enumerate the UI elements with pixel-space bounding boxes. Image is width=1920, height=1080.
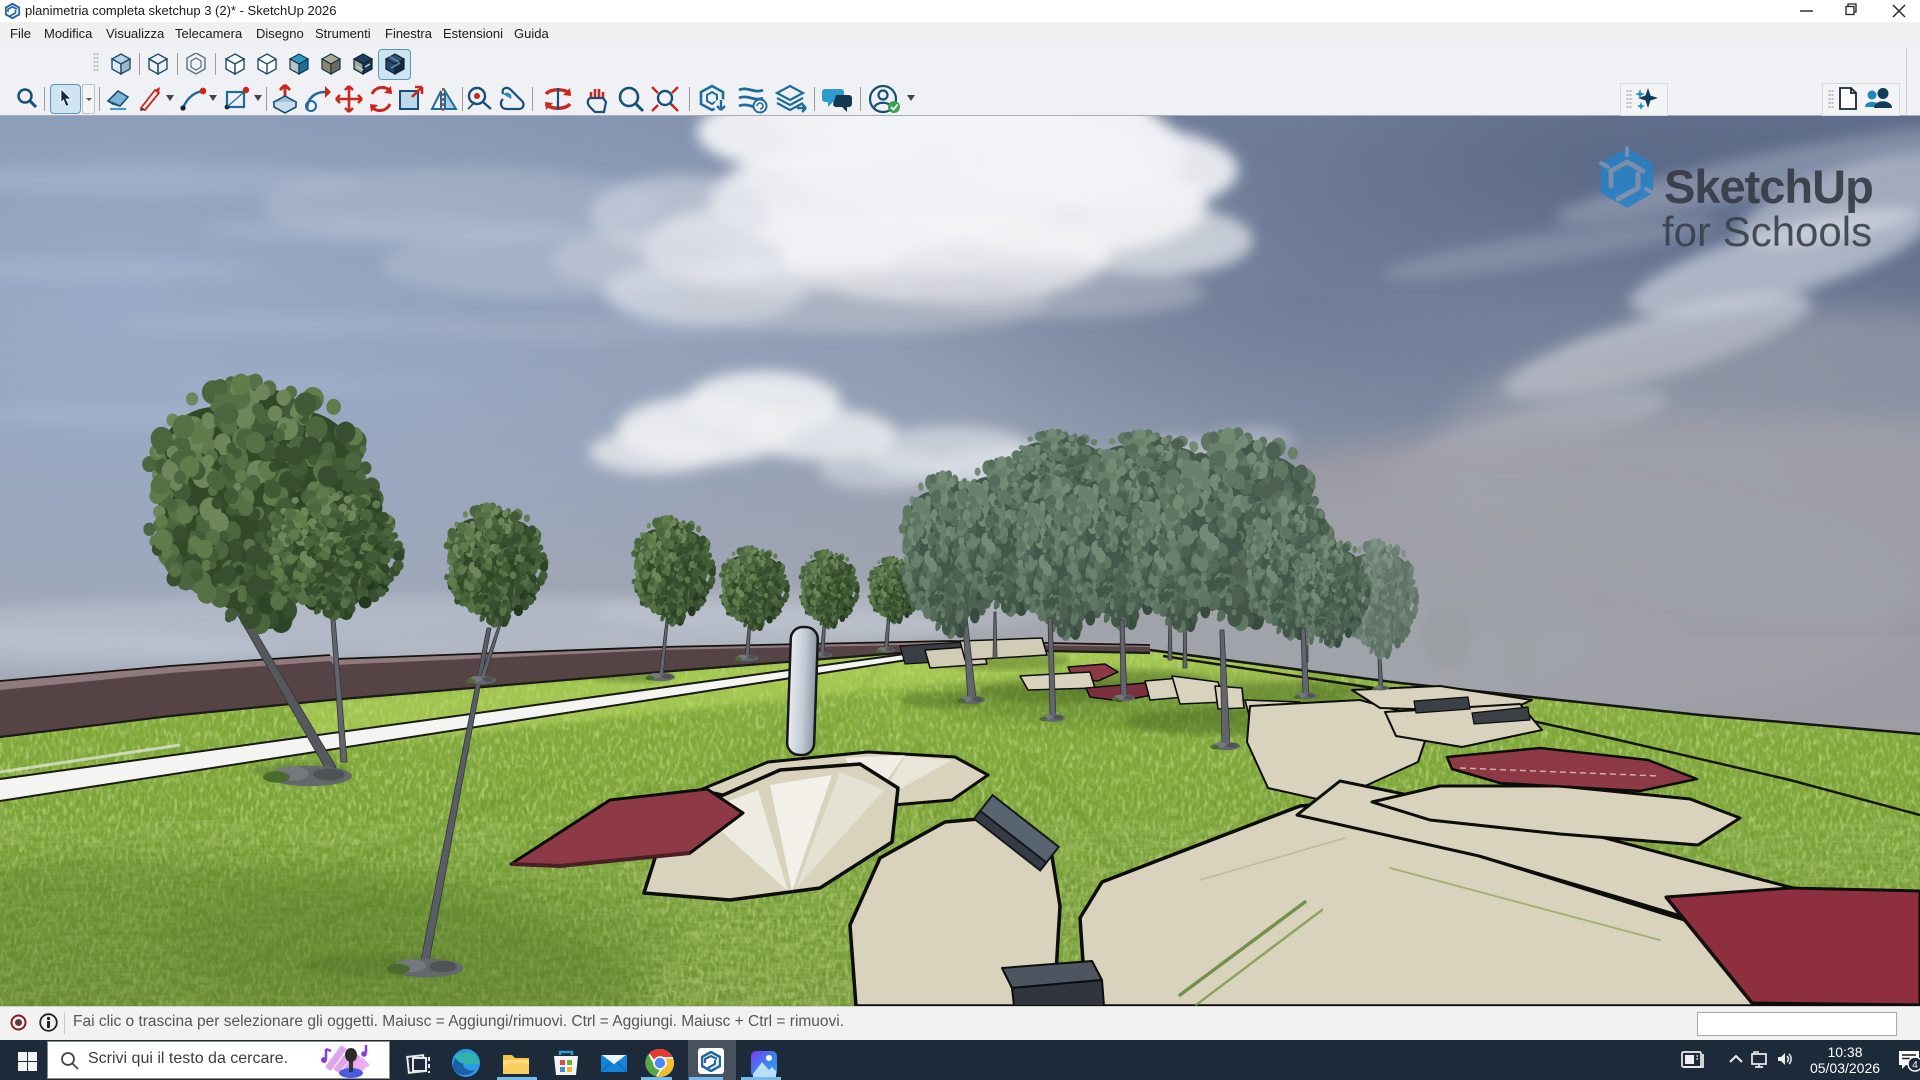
svg-text:SketchUp: SketchUp [1664, 160, 1873, 213]
svg-text:for Schools: for Schools [1662, 208, 1872, 255]
svg-text:4: 4 [1912, 1060, 1918, 1071]
